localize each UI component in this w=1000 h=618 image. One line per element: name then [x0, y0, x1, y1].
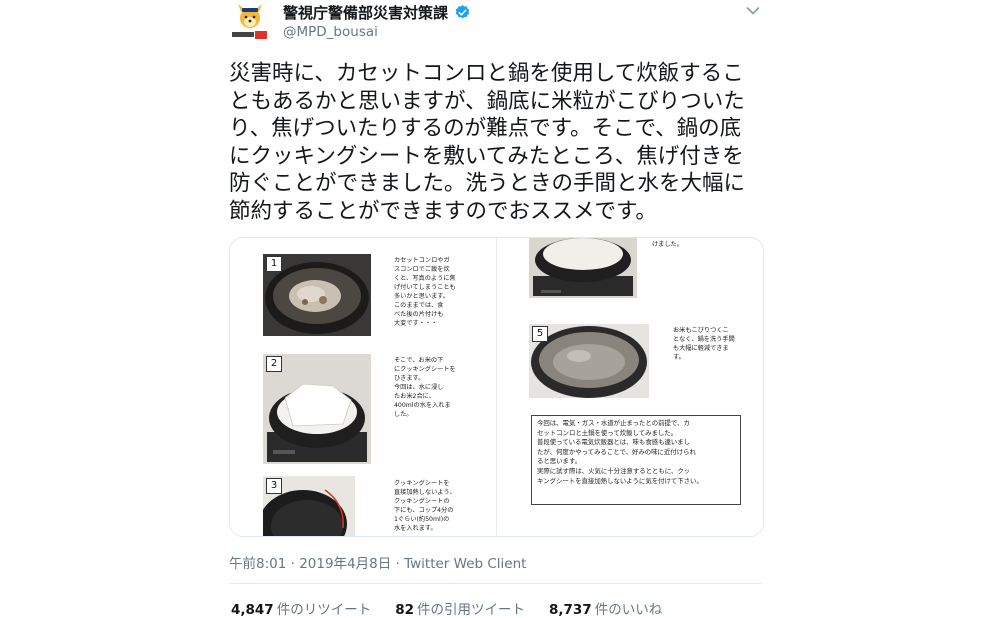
tweet-text-line: にクッキングシートを敷いてみたところ、焦げ付きを — [229, 143, 744, 169]
tweet-text-line: 災害時に、カセットコンロと鍋を使用して炊飯するこ — [229, 61, 744, 86]
step-4-caption: けました。 — [652, 240, 683, 249]
caption-line: クッキングシートを — [394, 480, 450, 487]
step-number: 3 — [266, 478, 282, 494]
caption-line: 400mlの水を入れま — [394, 402, 451, 409]
note-line: ると思います。 — [537, 457, 582, 466]
caption-line: そこで、お米の下 — [394, 357, 444, 364]
caption-line: クッキングシートの — [394, 498, 450, 505]
tweet-text: 災害時に、カセットコンロと鍋を使用して炊飯するこ ともあるかと思いますが、鍋底に… — [229, 60, 769, 225]
step-2-caption: そこで、お米の下 にクッキングシートを ひきます。 今回は、水に浸し たお米2合… — [394, 356, 456, 419]
caption-line: 多いかと思います。 — [394, 293, 450, 300]
note-box: 今回は、電気・ガス・水道が止まったとの前提で、カ セットコンロと土鍋を使って炊飯… — [531, 415, 741, 505]
retweets-label: 件のリツイート — [276, 602, 372, 618]
note-line: 今回は、電気・ガス・水道が止まったとの前提で、カ — [537, 419, 690, 427]
step-3-photo: 3 — [263, 476, 355, 536]
note-line: キングシートを直接加熱しないように気を付けて下さい。 — [537, 476, 703, 485]
caption-line: 1ぐらい(約50ml)の — [394, 516, 450, 523]
step-1-photo: 1 — [263, 254, 371, 336]
verified-badge-icon — [455, 5, 470, 19]
tweet-text-line: 防ぐことができました。洗うときの手間と水を大幅に — [229, 171, 746, 196]
image-left-page: 1 カセットコンロやガ スコンロでご飯を炊 くと、写真のように焦 げ付いてしまう… — [230, 238, 495, 536]
retweets-count: 4,847 — [231, 602, 274, 618]
tweet-timestamp[interactable]: 午前8:01 · 2019年4月8日 · Twitter Web Client — [229, 552, 526, 572]
pot-cooked-rice-image — [529, 238, 637, 298]
caption-line: お米もこびりつくこ — [673, 327, 729, 334]
step-5-caption: お米もこびりつくこ となく、鍋を洗う手間 も大幅に軽減できま す。 — [673, 326, 735, 362]
chevron-down-icon[interactable] — [746, 6, 760, 16]
tweet-text-line: 節約することができますのでおススメです。 — [229, 198, 657, 224]
likes-stat[interactable]: 8,737 件のいいね — [549, 598, 662, 618]
step-2-photo: 2 — [263, 354, 371, 464]
divider — [229, 583, 762, 584]
caption-line: カセットコンロやガ — [394, 257, 450, 264]
caption-line: げ付いてしまうことも — [394, 284, 456, 291]
caption-line: した。 — [394, 411, 413, 418]
step-1-caption: カセットコンロやガ スコンロでご飯を炊 くと、写真のように焦 げ付いてしまうこと… — [394, 256, 456, 328]
quotes-count: 82 — [395, 602, 414, 618]
step-4-photo — [529, 238, 637, 298]
tweet-text-line: り、焦げついたりするのが難点です。そこで、鍋の底 — [229, 116, 742, 141]
note-line: たが、何度かやってみることで、好みの味に近付けられ — [537, 447, 696, 456]
engagement-stats: 4,847 件のリツイート 82 件の引用ツイート 8,737 件のいいね — [231, 598, 662, 618]
caption-line: にクッキングシートを — [394, 366, 456, 373]
caption-line: くと、写真のように焦 — [394, 275, 456, 282]
step-number: 1 — [266, 256, 282, 272]
quotes-stat[interactable]: 82 件の引用ツイート — [395, 598, 525, 618]
caption-line: も大幅に軽減できま — [673, 345, 729, 352]
caption-line: けました。 — [652, 241, 683, 248]
account-handle[interactable]: @MPD_bousai — [283, 24, 378, 40]
account-name-row[interactable]: 警視庁警備部災害対策課 — [283, 2, 471, 23]
step-number: 2 — [266, 356, 282, 372]
likes-label: 件のいいね — [594, 602, 663, 618]
caption-line: す。 — [673, 354, 685, 361]
likes-count: 8,737 — [549, 602, 592, 618]
caption-line: 直接加熱しないよう、 — [394, 489, 456, 496]
caption-line: 水を入れます。 — [394, 525, 437, 532]
tweet-image[interactable]: 1 カセットコンロやガ スコンロでご飯を炊 くと、写真のように焦 げ付いてしまう… — [229, 237, 764, 537]
account-display-name[interactable]: 警視庁警備部災害対策課 — [283, 2, 448, 23]
step-5-photo: 5 — [529, 324, 649, 398]
retweets-stat[interactable]: 4,847 件のリツイート — [231, 598, 371, 618]
caption-line: べた後の片付けも — [394, 311, 444, 318]
note-line: 普段使っている電気炊飯器とは、味も食感も違いまし — [537, 438, 691, 447]
caption-line: このままでは、食 — [394, 302, 444, 309]
note-line: セットコンロと土鍋を使って炊飯してみました。 — [537, 428, 678, 437]
caption-line: ひきます。 — [394, 375, 425, 382]
note-line: 実際に試す際は、火気に十分注意するとともに、クッ — [537, 466, 691, 475]
tweet-text-line: ともあるかと思いますが、鍋底に米粒がこびりついた — [229, 88, 745, 114]
step-3-caption: クッキングシートを 直接加熱しないよう、 クッキングシートの 下にも、コップ4分… — [394, 479, 456, 533]
caption-line: 今回は、水に浸し — [394, 384, 444, 391]
step-number: 5 — [532, 326, 548, 342]
caption-line: スコンロでご飯を炊 — [394, 266, 450, 273]
avatar[interactable] — [230, 4, 270, 42]
caption-line: 下にも、コップ4分の — [394, 507, 454, 514]
quotes-label: 件の引用ツイート — [417, 602, 525, 618]
caption-line: 大変です・・・ — [394, 320, 438, 327]
caption-line: となく、鍋を洗う手間 — [673, 336, 735, 343]
caption-line: たお米2合に、 — [394, 393, 435, 400]
